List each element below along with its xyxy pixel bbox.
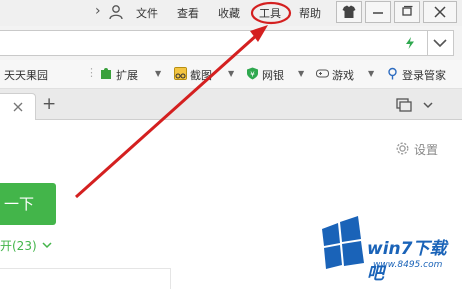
- minimize-icon: [373, 12, 383, 14]
- shirt-icon: [342, 5, 356, 18]
- address-dropdown-button[interactable]: [428, 30, 454, 56]
- windows-logo-icon: [322, 216, 364, 269]
- bookmark-screenshot[interactable]: 截图: [190, 67, 212, 83]
- user-icon[interactable]: [108, 4, 124, 20]
- address-bar-area: [0, 26, 462, 60]
- gamepad-icon: [316, 69, 329, 78]
- bookmark-games[interactable]: 游戏: [332, 67, 354, 83]
- chevron-down-icon: [433, 39, 447, 48]
- close-button[interactable]: [423, 1, 457, 23]
- chevron-right-icon[interactable]: ›: [95, 3, 101, 19]
- watermark-title: win7下载吧: [367, 239, 447, 284]
- menu-help[interactable]: 帮助: [299, 5, 321, 21]
- bookmark-extensions[interactable]: 扩展: [116, 67, 138, 83]
- caret-down-icon[interactable]: ▼: [228, 69, 234, 78]
- caret-down-icon[interactable]: ▼: [155, 69, 161, 78]
- settings-label[interactable]: 设置: [414, 141, 438, 158]
- bookmark-login-manager[interactable]: 登录管家: [402, 67, 446, 83]
- menu-tools[interactable]: 工具: [259, 5, 281, 21]
- restore-button[interactable]: [394, 1, 420, 23]
- minimize-button[interactable]: [365, 1, 391, 23]
- svg-text:¥: ¥: [250, 71, 255, 79]
- close-icon: [434, 6, 446, 18]
- chevron-down-icon[interactable]: [42, 240, 52, 250]
- active-tab[interactable]: [0, 93, 36, 120]
- new-tab-button[interactable]: +: [42, 94, 56, 114]
- watermark-url: www.8495.com: [373, 260, 443, 270]
- puzzle-icon: [101, 68, 111, 79]
- shield-icon: ¥: [247, 67, 258, 80]
- scissors-icon: [174, 67, 187, 80]
- skin-button[interactable]: [336, 1, 362, 23]
- key-icon: [388, 67, 397, 80]
- menu-file[interactable]: 文件: [136, 5, 158, 21]
- caret-down-icon[interactable]: ▼: [368, 69, 374, 78]
- gear-icon[interactable]: [395, 141, 410, 156]
- bookmarks-bar: 天天果园 ⋮ 扩展 ▼ 截图 ▼ ¥ 网银 ▼ 游戏 ▼ 登录管家: [0, 60, 462, 89]
- content-card: [0, 268, 171, 289]
- separator-grip: ⋮: [86, 66, 97, 79]
- bookmark-site[interactable]: 天天果园: [4, 67, 48, 83]
- search-button[interactable]: 一下: [0, 183, 56, 225]
- tab-list-icon[interactable]: [396, 98, 412, 112]
- caret-down-icon[interactable]: ▼: [298, 69, 304, 78]
- menu-favorites[interactable]: 收藏: [218, 5, 240, 21]
- close-tab-icon[interactable]: [13, 102, 23, 112]
- menu-view[interactable]: 查看: [177, 5, 199, 21]
- title-bar: › 文件 查看 收藏 工具 帮助: [0, 0, 462, 26]
- chevron-down-icon[interactable]: [422, 99, 434, 111]
- expand-link[interactable]: 开(23): [0, 237, 37, 254]
- lightning-icon[interactable]: [403, 36, 417, 50]
- restore-icon: [402, 5, 413, 16]
- address-input[interactable]: [0, 30, 428, 56]
- tab-bar: +: [0, 89, 462, 120]
- bookmark-ebank[interactable]: 网银: [262, 67, 284, 83]
